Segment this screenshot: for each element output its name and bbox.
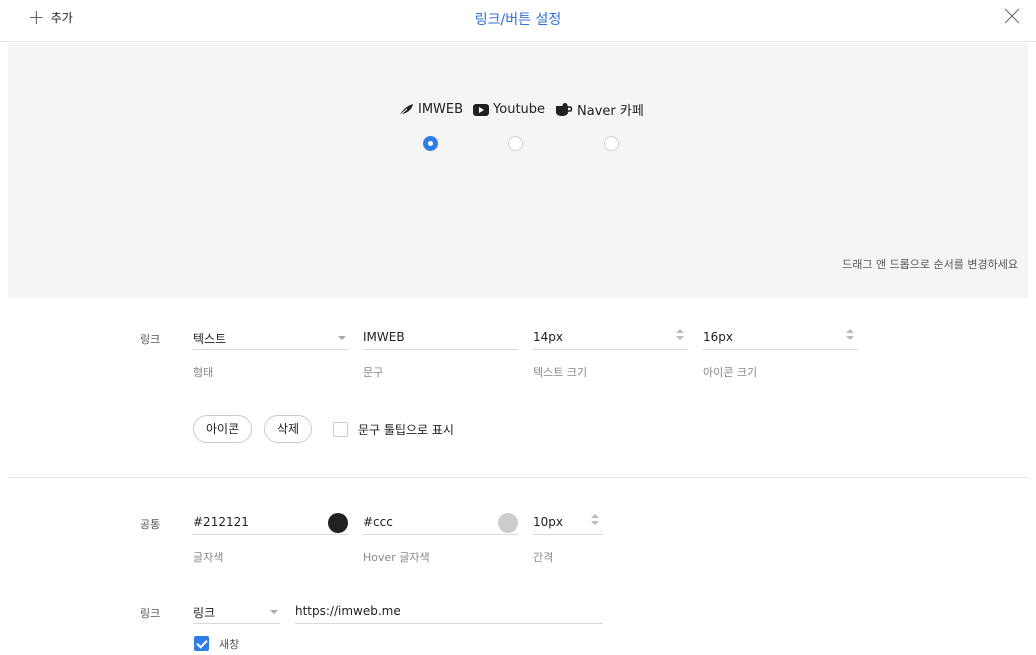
hover-color-swatch[interactable] <box>498 513 518 533</box>
text-label: 문구 <box>363 366 384 379</box>
preview-link-label: Naver 카페 <box>577 104 644 119</box>
youtube-icon <box>473 103 490 116</box>
reorder-hint: 드래그 앤 드롭으로 순서를 변경하세요 <box>842 258 1018 271</box>
section-divider <box>8 477 1028 478</box>
feather-icon <box>398 103 413 116</box>
icon-size-label: 아이콘 크기 <box>703 366 758 379</box>
text-color-swatch[interactable] <box>328 513 348 533</box>
preview-link-naver-cafe[interactable]: Naver 카페 <box>555 100 644 119</box>
tooltip-checkbox[interactable] <box>333 422 348 437</box>
spacing-label: 간격 <box>533 551 554 564</box>
preview-link-youtube[interactable]: Youtube <box>473 102 545 117</box>
text-size-stepper[interactable]: 14px <box>533 326 688 350</box>
icon-size-stepper[interactable]: 16px <box>703 326 858 350</box>
text-color-label: 글자색 <box>193 551 224 564</box>
hover-color-label: Hover 글자색 <box>363 551 430 564</box>
link-row-label: 링크 <box>140 333 161 346</box>
text-size-value: 14px <box>533 330 563 344</box>
preview-area: IMWEB Youtube Naver 카페 드래그 앤 드롭으로 순서를 변경… <box>8 43 1028 298</box>
url-input[interactable]: https://imweb.me <box>295 600 603 624</box>
text-input[interactable]: IMWEB <box>363 326 518 350</box>
tooltip-checkbox-label: 문구 툴팁으로 표시 <box>358 423 454 437</box>
spacing-value: 10px <box>533 515 563 529</box>
type-select[interactable]: 텍스트 <box>193 326 348 350</box>
stepper-arrows-icon[interactable] <box>846 329 854 343</box>
text-color-value: #212121 <box>193 515 249 529</box>
icon-button[interactable]: 아이콘 <box>193 415 253 443</box>
new-window-checkbox[interactable] <box>194 636 209 651</box>
radio-imweb[interactable] <box>423 136 438 151</box>
chevron-down-icon <box>338 336 346 340</box>
type-label: 형태 <box>193 366 214 379</box>
dialog-title: 링크/버튼 설정 <box>474 12 562 28</box>
preview-link-label: Youtube <box>493 102 546 117</box>
radio-youtube[interactable] <box>508 136 523 151</box>
text-size-label: 텍스트 크기 <box>533 366 588 379</box>
close-icon[interactable] <box>1002 6 1022 26</box>
delete-button[interactable]: 삭제 <box>264 415 313 443</box>
header: + 추가 링크/버튼 설정 <box>0 0 1036 42</box>
stepper-arrows-icon[interactable] <box>676 329 684 343</box>
preview-link-imweb[interactable]: IMWEB <box>398 102 463 117</box>
hover-color-value: #ccc <box>363 515 393 529</box>
new-window-label: 새창 <box>219 638 240 651</box>
common-row-label: 공통 <box>140 518 161 531</box>
naver-cafe-icon <box>556 102 573 116</box>
url-input-value: https://imweb.me <box>295 604 401 618</box>
link-target-row-label: 링크 <box>140 607 161 620</box>
link-type-value: 링크 <box>193 606 216 620</box>
hover-color-input[interactable]: #ccc <box>363 511 518 535</box>
text-color-input[interactable]: #212121 <box>193 511 348 535</box>
radio-naver-cafe[interactable] <box>604 136 619 151</box>
preview-links: IMWEB Youtube Naver 카페 <box>398 100 644 119</box>
type-select-value: 텍스트 <box>193 332 227 346</box>
icon-size-value: 16px <box>703 330 733 344</box>
text-input-value: IMWEB <box>363 330 405 344</box>
chevron-down-icon <box>270 610 278 614</box>
preview-link-label: IMWEB <box>418 102 464 117</box>
spacing-stepper[interactable]: 10px <box>533 511 603 535</box>
stepper-arrows-icon[interactable] <box>591 514 599 528</box>
link-type-select[interactable]: 링크 <box>193 600 280 624</box>
